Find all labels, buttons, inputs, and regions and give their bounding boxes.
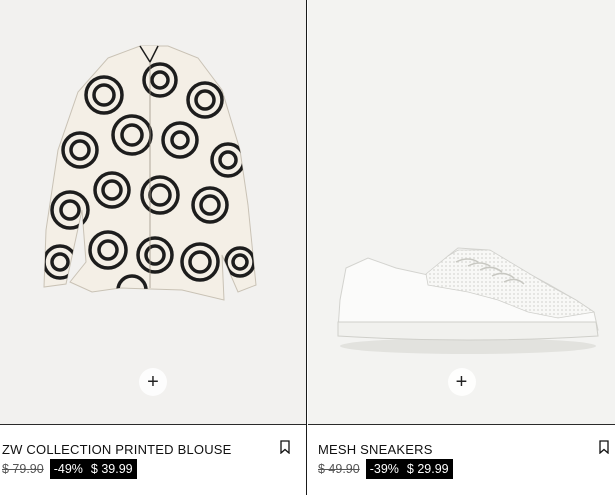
bookmark-icon[interactable] [599,440,609,454]
price-row: $ 49.90 -39% $ 29.99 [318,459,453,479]
product-image-area[interactable]: + [0,0,306,425]
price-row: $ 79.90 -49% $ 39.99 [2,459,137,479]
bookmark-icon[interactable] [280,440,290,454]
discount-percent: -39% [369,462,399,476]
add-to-cart-button[interactable]: + [139,368,167,396]
plus-icon: + [147,371,159,393]
original-price: $ 49.90 [318,462,360,476]
product-card[interactable]: + ZW COLLECTION PRINTED BLOUSE $ 79.90 -… [0,0,307,495]
product-image-area[interactable]: + [308,0,615,425]
sale-badge: -49% $ 39.99 [49,459,137,479]
product-grid: + ZW COLLECTION PRINTED BLOUSE $ 79.90 -… [0,0,615,495]
discount-percent: -49% [53,462,83,476]
add-to-cart-button[interactable]: + [447,368,476,396]
printed-blouse-image[interactable] [0,0,306,424]
sneaker-shape [337,247,599,354]
original-price: $ 79.90 [2,462,44,476]
product-name[interactable]: MESH SNEAKERS [318,442,433,457]
sale-price: $ 29.99 [406,462,449,476]
product-info: ZW COLLECTION PRINTED BLOUSE $ 79.90 -49… [0,438,306,495]
sale-badge: -39% $ 29.99 [365,459,453,479]
product-info: MESH SNEAKERS $ 49.90 -39% $ 29.99 [308,438,615,495]
product-name[interactable]: ZW COLLECTION PRINTED BLOUSE [2,442,232,457]
mesh-sneakers-image[interactable] [308,0,615,424]
plus-icon: + [455,371,468,393]
sale-price: $ 39.99 [90,462,133,476]
product-card[interactable]: + MESH SNEAKERS $ 49.90 -39% $ 29.99 [308,0,615,495]
blouse-body [43,45,257,301]
